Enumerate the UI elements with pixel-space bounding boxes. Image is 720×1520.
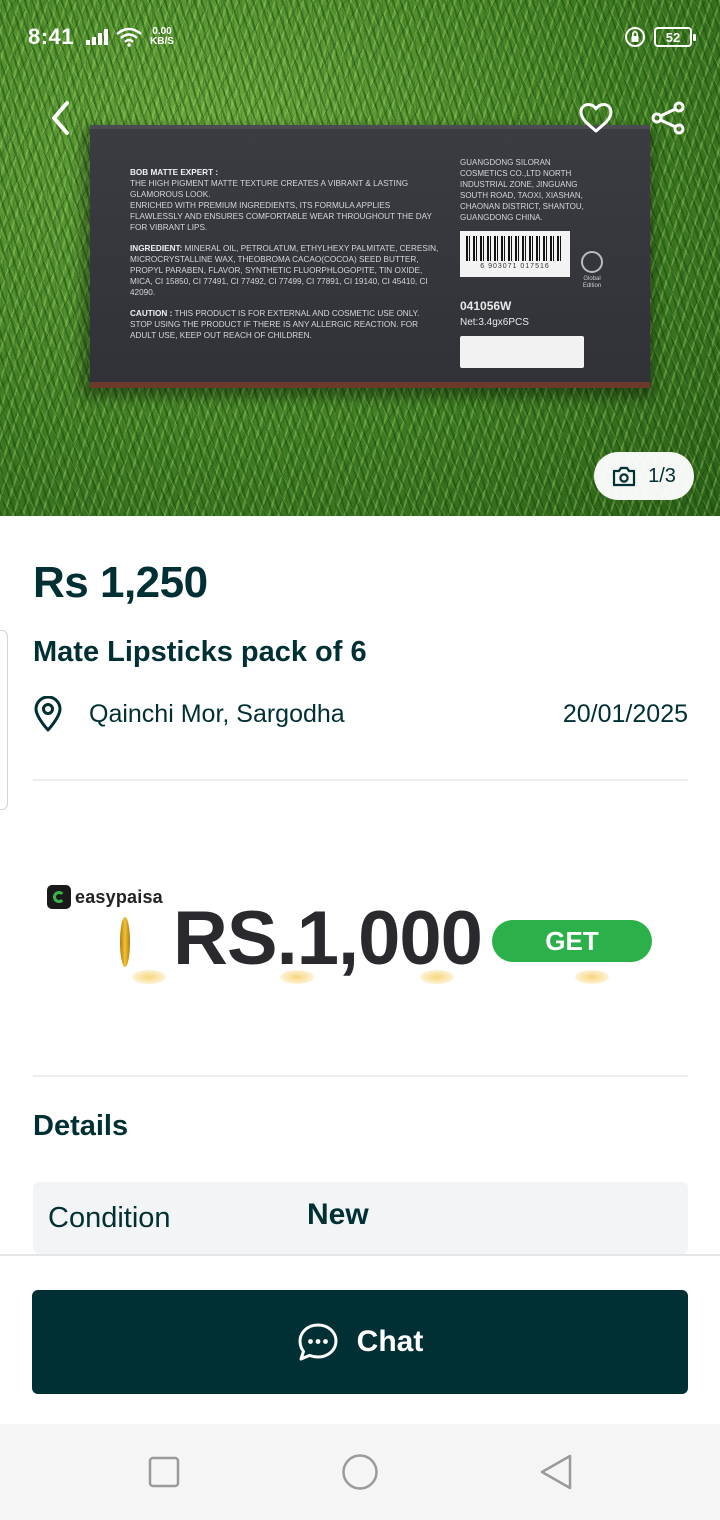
listing-price: Rs 1,250 (33, 558, 208, 607)
battery-indicator: 52 (654, 27, 696, 47)
home-button[interactable] (340, 1452, 380, 1492)
location-pin-icon (33, 694, 69, 734)
product-photo: BOB MATTE EXPERT : THE HIGH PIGMENT MATT… (90, 125, 650, 388)
barcode-digits: 6 903071 017516 (480, 263, 550, 270)
divider (33, 779, 688, 781)
global-edition-mark: Global Edition (578, 251, 606, 290)
system-back-button[interactable] (536, 1452, 576, 1492)
detail-key: Condition (48, 1202, 171, 1234)
box-caution-label: CAUTION : (130, 309, 173, 318)
photo-counter-text: 1/3 (648, 464, 676, 487)
details-heading: Details (33, 1110, 129, 1142)
side-panel-edge (0, 630, 8, 810)
ad-brand: easypaisa (75, 886, 163, 907)
location-text: Qainchi Mor, Sargodha (89, 699, 345, 728)
location-row: Qainchi Mor, Sargodha 20/01/2025 (33, 694, 688, 734)
share-button[interactable] (646, 96, 690, 140)
barcode-bars (466, 236, 564, 261)
box-net-weight: Net:3.4gx6PCS (460, 317, 529, 328)
ad-banner[interactable]: easypaisa RS.1,000 GET (40, 870, 680, 990)
easypaisa-mark-icon (47, 885, 71, 909)
recents-button[interactable] (144, 1452, 184, 1492)
triangle-back-icon (540, 1454, 572, 1490)
signal-icon (86, 29, 109, 45)
box-label-area (460, 336, 584, 368)
chat-bubble-icon (298, 1323, 338, 1361)
share-icon (651, 101, 685, 135)
easypaisa-logo: easypaisa (47, 885, 163, 909)
favorite-button[interactable] (574, 96, 618, 140)
status-time: 8:41 (28, 24, 75, 49)
camera-icon (612, 466, 636, 487)
chat-label: Chat (356, 1325, 424, 1358)
divider (33, 1075, 688, 1077)
status-bar: 8:41 0.00 KB/S 52 (0, 0, 720, 74)
action-bar: Chat (0, 1254, 720, 1424)
box-left-text: BOB MATTE EXPERT : THE HIGH PIGMENT MATT… (130, 167, 440, 351)
ad-get-button[interactable]: GET (492, 920, 652, 962)
coin-icon (120, 917, 130, 967)
box-manufacturer: GUANGDONG SILORAN COSMETICS CO.,LTD NORT… (460, 158, 584, 222)
coin-glow (575, 970, 609, 984)
rotation-lock-icon (625, 27, 645, 47)
detail-row-condition: Condition New (33, 1182, 688, 1254)
coin-glow (132, 970, 166, 984)
box-desc2: ENRICHED WITH PREMIUM INGREDIENTS, ITS F… (130, 201, 432, 232)
box-caution: THIS PRODUCT IS FOR EXTERNAL AND COSMETI… (130, 309, 420, 340)
box-product-code: 041056W (460, 299, 512, 313)
listing-title: Mate Lipsticks pack of 6 (33, 636, 367, 668)
box-ingredients-label: INGREDIENT: (130, 244, 183, 253)
status-left-icons: 0.00 KB/S (86, 27, 174, 47)
circle-icon (342, 1454, 378, 1490)
ad-amount: RS.1,000 (173, 896, 483, 981)
box-desc1: THE HIGH PIGMENT MATTE TEXTURE CREATES A… (130, 179, 409, 199)
wifi-icon (116, 27, 142, 47)
network-speed-unit: KB/S (150, 36, 174, 47)
back-button[interactable] (40, 96, 80, 140)
posted-date: 20/01/2025 (562, 699, 688, 728)
globe-icon (581, 251, 603, 273)
box-heading: BOB MATTE EXPERT : (130, 168, 219, 177)
product-image-gallery[interactable]: BOB MATTE EXPERT : THE HIGH PIGMENT MATT… (0, 0, 720, 516)
chevron-left-icon (52, 101, 69, 135)
system-navigation-bar (0, 1424, 720, 1520)
network-speed: 0.00 KB/S (150, 27, 174, 47)
barcode: 6 903071 017516 (460, 231, 570, 277)
heart-outline-icon (579, 103, 613, 133)
square-icon (148, 1456, 180, 1488)
detail-value: New (307, 1198, 369, 1231)
coin-glow (280, 970, 314, 984)
photo-counter[interactable]: 1/3 (594, 452, 694, 500)
coin-glow (420, 970, 454, 984)
status-right-icons: 52 (624, 26, 696, 48)
box-right-text: GUANGDONG SILORAN COSMETICS CO.,LTD NORT… (460, 157, 590, 277)
global-edition-text: Global Edition (582, 276, 602, 289)
chat-button[interactable]: Chat (32, 1290, 688, 1394)
